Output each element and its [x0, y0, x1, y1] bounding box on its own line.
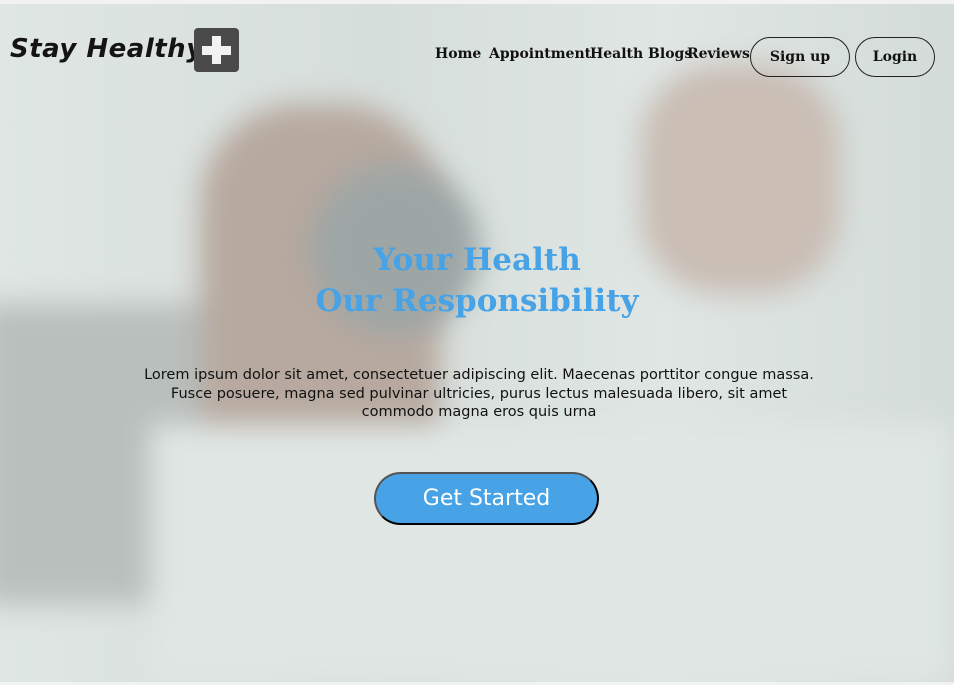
nav-reviews[interactable]: Reviews: [687, 46, 750, 62]
hero-title-line2: Our Responsibility: [315, 283, 639, 319]
login-button[interactable]: Login: [855, 37, 935, 77]
nav-home[interactable]: Home: [435, 46, 481, 62]
navbar: Stay Healthy Home Appointment Health Blo…: [0, 0, 954, 100]
signup-button[interactable]: Sign up: [750, 37, 850, 77]
hero-title-line1: Your Health: [373, 242, 581, 278]
brand-logo[interactable]: Stay Healthy: [10, 34, 204, 64]
background-coat: [150, 424, 950, 682]
nav-appointment[interactable]: Appointment: [489, 46, 591, 62]
plus-square-icon: [194, 28, 239, 72]
hero-description: Lorem ipsum dolor sit amet, consectetuer…: [144, 367, 814, 420]
nav-health-blogs[interactable]: Health Blogs: [590, 46, 692, 62]
hero-section: [0, 4, 954, 682]
get-started-button[interactable]: Get Started: [374, 472, 599, 525]
